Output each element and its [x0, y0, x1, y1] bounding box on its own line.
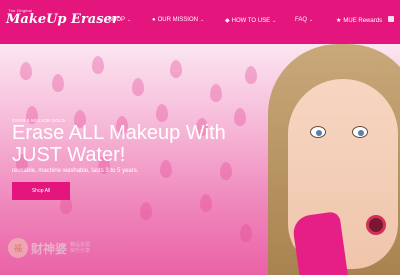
watermark-subtext-group: 精品资源 快乐分享: [70, 242, 90, 254]
water-drop-decoration: [210, 84, 222, 102]
nav-item-our-mission[interactable]: ● OUR MISSION ⌄: [152, 17, 204, 23]
nav-item-shop[interactable]: SHOP ⌄: [108, 17, 131, 23]
hero-headline: Erase ALL Makeup With JUST Water!: [12, 122, 226, 166]
watermark-subtext: 快乐分享: [70, 248, 91, 254]
star-icon: ★: [336, 18, 342, 24]
makeup-eraser-logo[interactable]: The Original MakeUp Eraser: [6, 8, 119, 27]
water-drop-decoration: [240, 224, 252, 242]
watermark-text: 财神婆: [31, 241, 68, 256]
nav-item-how-to-use[interactable]: ◆ HOW TO USE ⌄: [225, 17, 277, 25]
water-drop-decoration: [52, 74, 64, 92]
model-eye: [310, 126, 326, 138]
watermark-logo-icon: 福: [8, 238, 28, 258]
pink-makeup-eraser-cloth: [291, 211, 349, 275]
chevron-down-icon: ⌄: [127, 17, 132, 23]
water-drop-decoration: [200, 194, 212, 212]
chevron-down-icon: ⌄: [272, 17, 277, 24]
nav-item-label: SHOP: [108, 17, 126, 23]
nav-item-faq[interactable]: FAQ ⌄: [295, 17, 313, 23]
logo-text: MakeUp Eraser: [6, 12, 119, 27]
watermark: 福 财神婆 精品资源 快乐分享: [8, 238, 90, 258]
water-drop-decoration: [156, 104, 168, 122]
water-drop-decoration: [170, 60, 182, 78]
top-navigation-bar: The Original MakeUp Eraser SHOP ⌄ ● OUR …: [0, 0, 400, 44]
water-drop-decoration: [245, 66, 257, 84]
water-drop-decoration: [20, 62, 32, 80]
nav-item-label: MUE Rewards: [343, 17, 383, 24]
globe-icon: ●: [152, 17, 156, 23]
water-drop-decoration: [92, 56, 104, 74]
water-drop-decoration: [140, 202, 152, 220]
nav-item-label: FAQ: [295, 17, 308, 23]
nav-item-mue-rewards[interactable]: ★ MUE Rewards: [336, 17, 383, 25]
chevron-down-icon: ⌄: [199, 17, 205, 23]
hero-subtext: reusable, machine washable, lasts 3 to 5…: [12, 168, 139, 174]
lips-icon: ◆: [225, 18, 230, 24]
nav-item-label: OUR MISSION: [157, 17, 198, 23]
cart-icon[interactable]: [388, 16, 394, 22]
model-eye: [352, 126, 368, 138]
nav-item-label: HOW TO USE: [231, 17, 271, 24]
water-drop-decoration: [132, 78, 144, 96]
logo-tagline: The Original: [8, 8, 33, 13]
shop-all-button[interactable]: Shop All: [12, 182, 70, 200]
model-mouth: [366, 215, 386, 235]
chevron-down-icon: ⌄: [309, 17, 314, 23]
